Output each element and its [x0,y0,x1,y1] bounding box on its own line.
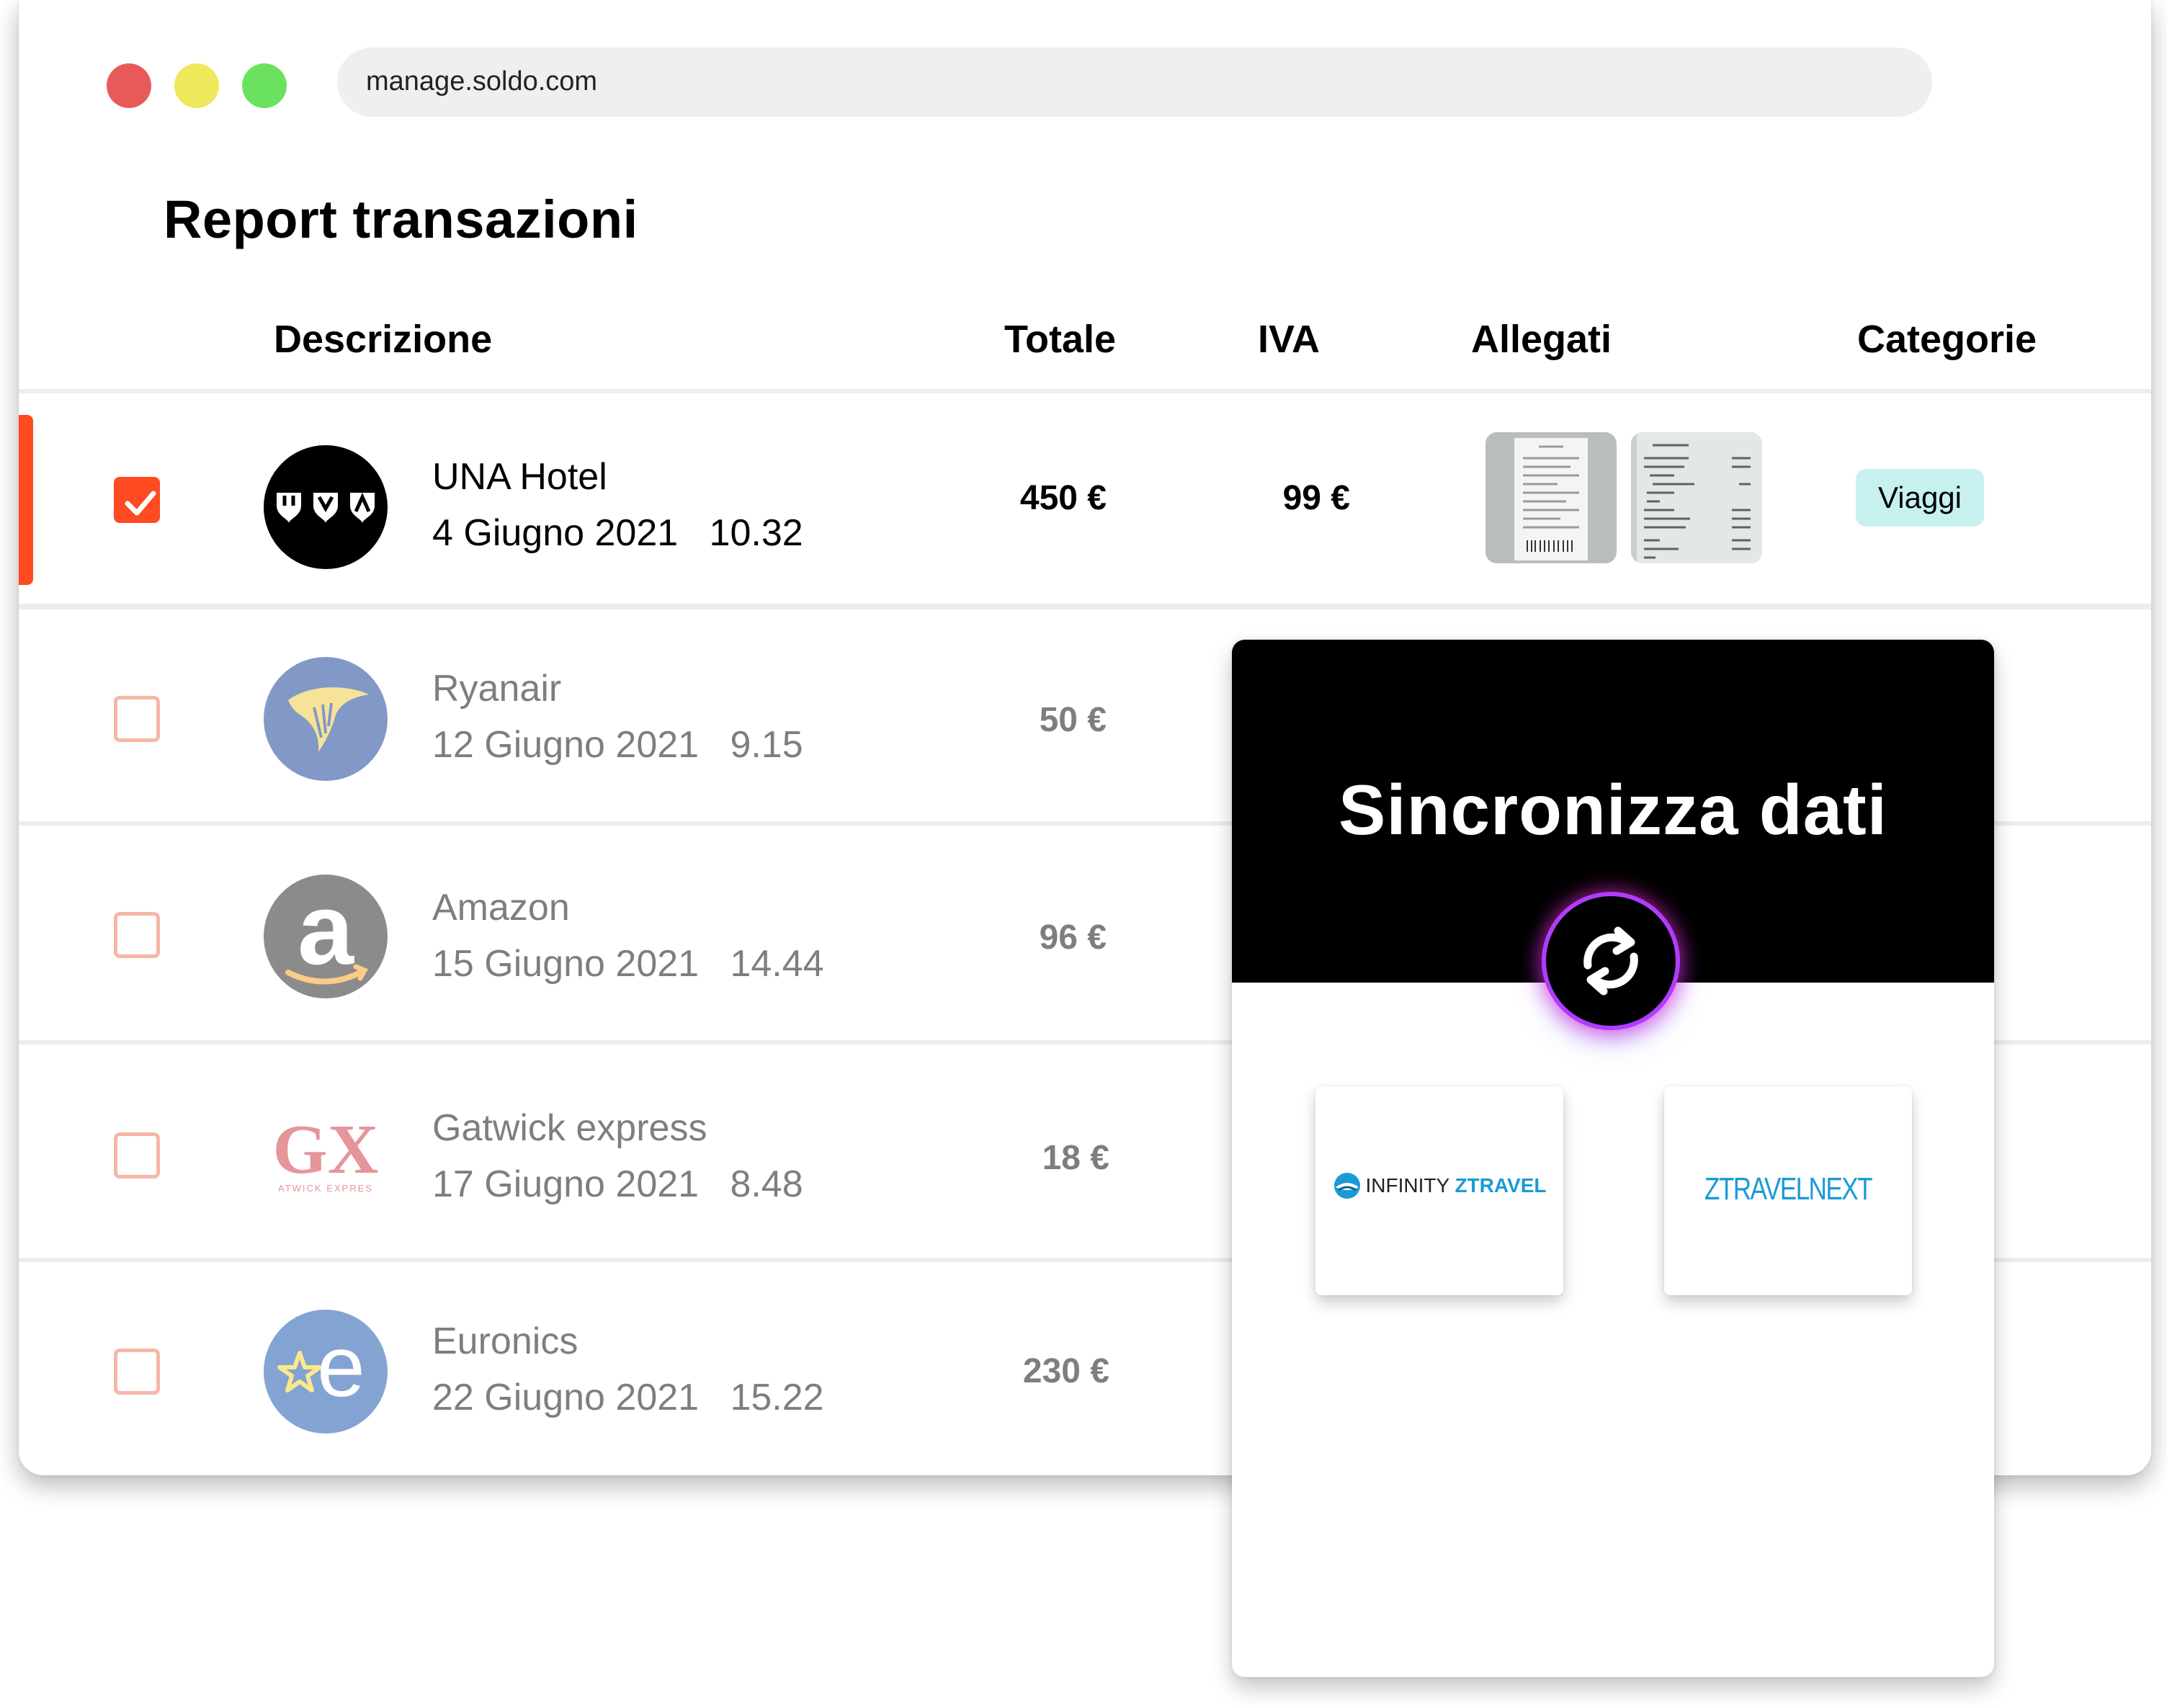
column-header-total: Totale [1004,318,1117,361]
column-header-vat: IVA [1258,318,1321,361]
column-header-attachments: Allegati [1471,318,1612,361]
integration-name: INFINITY [1365,1174,1455,1197]
row-checkbox[interactable] [114,912,160,958]
transaction-total: 50 € [1039,701,1107,739]
receipt-thumbnail[interactable] [1485,432,1617,563]
transaction-datetime: 22 Giugno 2021 15.22 [432,1377,824,1418]
transaction-datetime: 17 Giugno 2021 8.48 [432,1163,803,1205]
integration-ztravel-next[interactable]: ZTRAVELNEXT [1664,1086,1912,1295]
row-divider [19,604,2151,609]
una-hotel-logo [264,445,388,569]
header-divider [19,389,2151,393]
euronics-logo: e [264,1310,388,1434]
infinity-ztravel-icon [1333,1173,1360,1199]
address-bar[interactable]: manage.soldo.com [337,48,1932,117]
transaction-vat: 99 € [1282,479,1350,517]
merchant-name: UNA Hotel [432,456,607,498]
integration-name: ZTRAVEL [1704,1171,1810,1207]
transaction-total: 450 € [1019,479,1107,517]
column-header-categories: Categorie [1857,318,2037,361]
amazon-logo: a [264,875,388,998]
merchant-name: Amazon [432,887,570,929]
transaction-datetime: 12 Giugno 2021 9.15 [432,724,803,766]
category-badge[interactable]: Viaggi [1856,469,1984,527]
sync-button[interactable] [1546,896,1676,1026]
close-window-button[interactable] [107,63,151,108]
merchant-name: Ryanair [432,668,562,710]
row-checkbox[interactable] [114,696,160,742]
column-header-description: Descrizione [274,318,493,361]
transaction-total: 96 € [1039,918,1107,957]
transaction-datetime: 15 Giugno 2021 14.44 [432,943,824,985]
minimize-window-button[interactable] [174,63,219,108]
page-title: Report transazioni [164,189,638,249]
integration-name-highlight: ZTRAVEL [1455,1174,1547,1197]
checkmark-icon [125,491,156,516]
merchant-name: Euronics [432,1320,578,1362]
sync-panel-title: Sincronizza dati [1338,770,1887,849]
transaction-total: 18 € [1042,1139,1109,1177]
integration-infinity-ztravel[interactable]: INFINITY ZTRAVEL [1315,1086,1563,1295]
maximize-window-button[interactable] [242,63,287,108]
address-bar-url: manage.soldo.com [366,66,598,97]
receipt-thumbnail[interactable] [1631,432,1762,563]
transaction-datetime: 4 Giugno 2021 10.32 [432,512,803,554]
ryanair-logo [264,657,388,781]
merchant-name: Gatwick express [432,1107,707,1149]
row-checkbox[interactable] [114,1132,160,1179]
row-checkbox[interactable] [114,477,160,523]
sync-icon [1583,926,1638,996]
selected-row-marker [19,415,33,585]
integration-name-highlight: NEXT [1808,1171,1873,1207]
gatwick-express-logo: GX ATWICK EXPRES [264,1094,388,1217]
row-checkbox[interactable] [114,1349,160,1395]
transaction-total: 230 € [1022,1352,1109,1390]
